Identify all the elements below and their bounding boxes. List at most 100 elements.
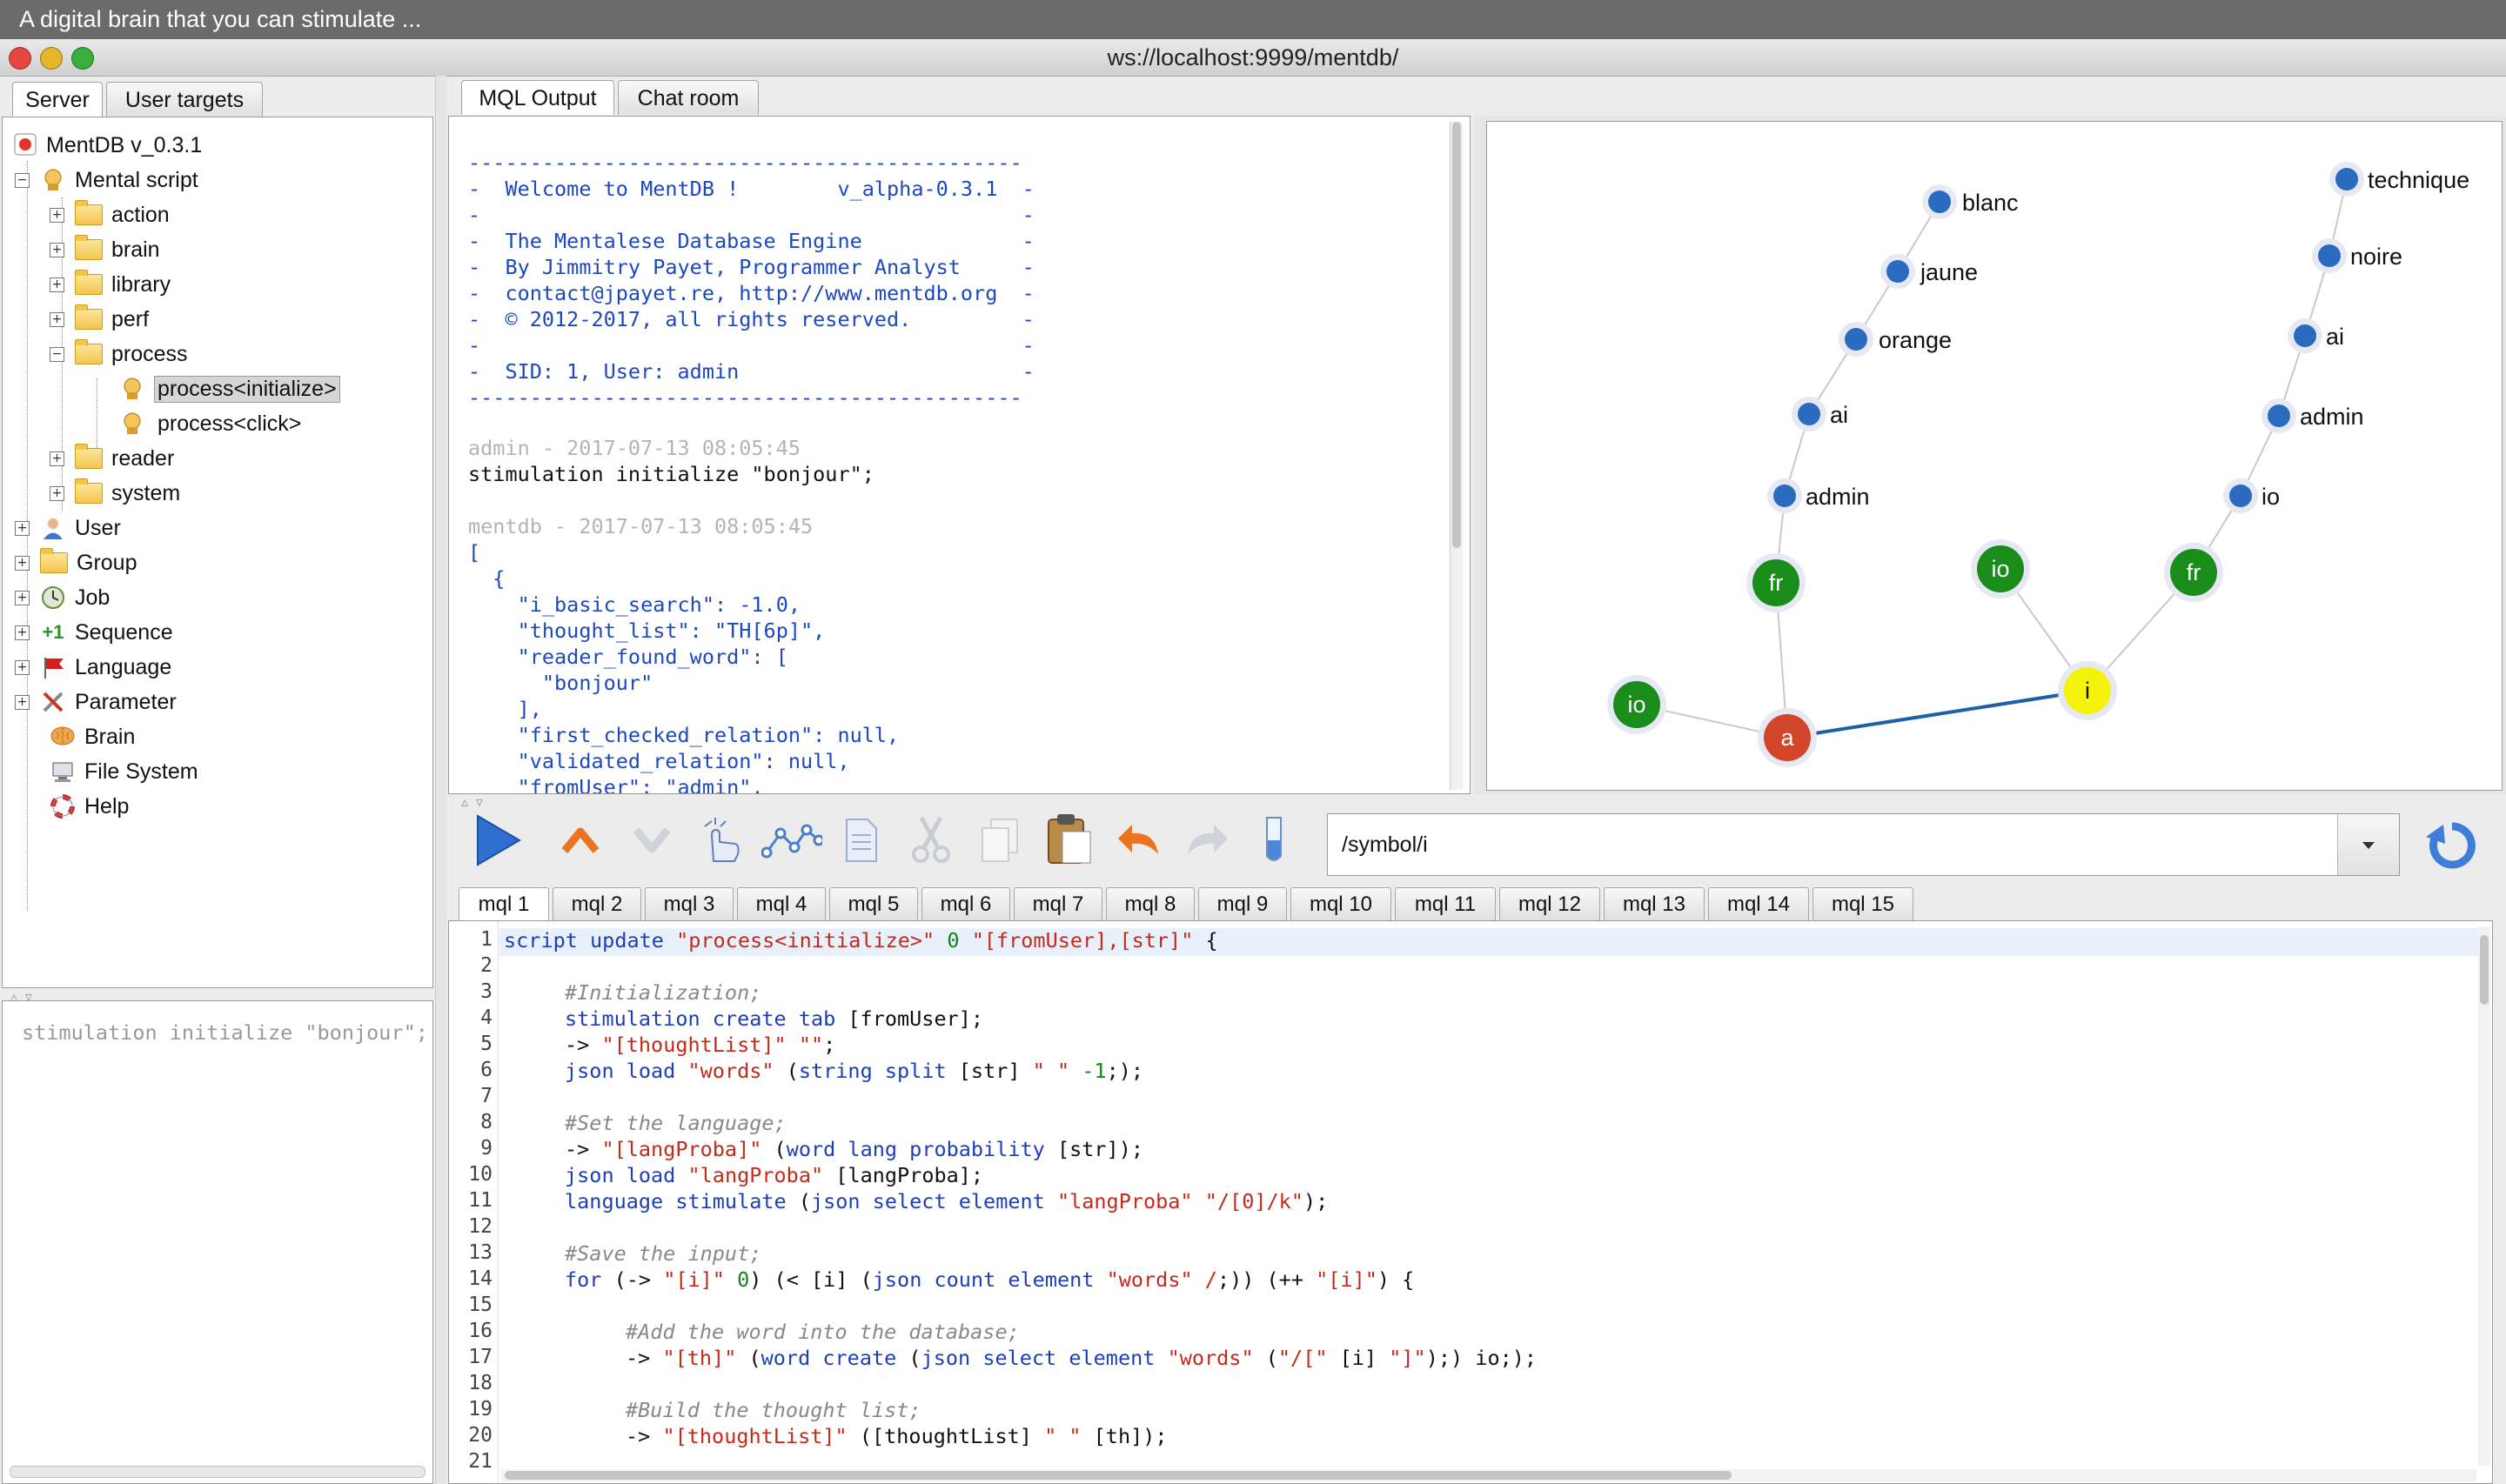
graph-canvas[interactable]: blanc jaune orange ai admin fr io a io i fr io admin…: [1487, 122, 2503, 792]
history-entry[interactable]: stimulation initialize "bonjour";: [22, 1020, 428, 1045]
graph-node-a[interactable]: a: [1758, 708, 1817, 767]
path-value[interactable]: /symbol/i: [1342, 832, 1428, 858]
tab-mql-14[interactable]: mql 14: [1708, 887, 1809, 920]
tree-folder-brain[interactable]: + brain: [50, 234, 160, 265]
graph-node-jaune[interactable]: jaune: [1880, 254, 1978, 289]
up-icon[interactable]: [561, 825, 600, 856]
graph-node-fr[interactable]: fr: [2164, 543, 2223, 602]
tree-item-user[interactable]: + User: [15, 512, 121, 544]
editor-horizontal-scrollbar[interactable]: [501, 1469, 2476, 1481]
redo-icon[interactable]: [1184, 819, 1230, 859]
tab-mql-2[interactable]: mql 2: [553, 887, 641, 920]
tree-item-group[interactable]: + Group: [15, 547, 137, 578]
tree-item-file-system[interactable]: File System: [50, 756, 198, 787]
down-icon[interactable]: [633, 825, 671, 856]
tree-item-brain[interactable]: Brain: [50, 721, 135, 752]
tree-item-sequence[interactable]: + +1 Sequence: [15, 617, 173, 648]
tab-user-targets[interactable]: User targets: [106, 82, 263, 117]
expand-icon[interactable]: +: [15, 694, 30, 710]
tab-mql-3[interactable]: mql 3: [645, 887, 734, 920]
hand-icon[interactable]: [696, 816, 745, 865]
line-number: 6: [480, 1059, 492, 1081]
history-scrollbar[interactable]: [10, 1466, 425, 1478]
expand-icon[interactable]: +: [50, 311, 64, 327]
tree-folder-system[interactable]: + system: [50, 478, 180, 509]
graph-node-io[interactable]: io: [1607, 675, 1666, 734]
tab-server[interactable]: Server: [12, 82, 103, 117]
graph-node-io[interactable]: io: [1971, 539, 2030, 598]
expand-icon[interactable]: +: [50, 207, 64, 223]
tree-item-mental-script[interactable]: − Mental script: [15, 164, 198, 196]
graph-icon[interactable]: [761, 821, 822, 859]
graph-node-blanc[interactable]: blanc: [1922, 184, 2019, 219]
graph-node-i[interactable]: i: [2058, 661, 2117, 720]
dropdown-button[interactable]: [2337, 814, 2399, 875]
path-combobox[interactable]: /symbol/i: [1327, 813, 2400, 876]
tab-mql-8[interactable]: mql 8: [1106, 887, 1195, 920]
expand-icon[interactable]: +: [50, 451, 64, 466]
tree-item-language[interactable]: + Language: [15, 652, 171, 683]
banner-line: ----------------------------------------…: [468, 150, 1022, 175]
graph-node-admin[interactable]: admin: [1767, 478, 1870, 513]
line-number: 1: [480, 928, 492, 951]
tree-item-process-initialize[interactable]: process<initialize>: [119, 373, 340, 404]
tree-folder-library[interactable]: + library: [50, 269, 171, 300]
tab-mql-13[interactable]: mql 13: [1604, 887, 1705, 920]
paste-icon[interactable]: [1045, 812, 1094, 866]
test-tube-icon[interactable]: [1261, 814, 1287, 866]
tree-item-help[interactable]: Help: [50, 791, 129, 822]
expand-icon[interactable]: +: [15, 625, 30, 640]
expand-icon[interactable]: +: [15, 659, 30, 675]
expand-icon[interactable]: +: [15, 555, 30, 571]
tab-mql-11[interactable]: mql 11: [1395, 887, 1496, 920]
tab-mql-7[interactable]: mql 7: [1014, 887, 1102, 920]
code-editor[interactable]: 1 2 3 4 5 6 7 8 9 10 11 12 13 14 15 16 17 18 19 20 21 script…: [448, 920, 2493, 1484]
document-icon[interactable]: [841, 818, 880, 863]
tree-folder-reader[interactable]: + reader: [50, 443, 174, 474]
graph-panel: blanc jaune orange ai admin fr io a io i fr io admin…: [1486, 121, 2503, 791]
expand-icon[interactable]: +: [50, 242, 64, 257]
graph-node-ai[interactable]: ai: [1792, 397, 1848, 431]
cut-icon[interactable]: [909, 814, 953, 865]
tab-mql-output[interactable]: MQL Output: [461, 80, 614, 115]
graph-node-noire[interactable]: noire: [2312, 238, 2402, 273]
expand-icon[interactable]: +: [15, 590, 30, 605]
expand-icon[interactable]: +: [50, 485, 64, 501]
refresh-icon[interactable]: [2424, 818, 2480, 873]
tree-item-parameter[interactable]: + Parameter: [15, 686, 177, 718]
tree-folder-perf[interactable]: + perf: [50, 304, 149, 335]
run-icon[interactable]: [472, 812, 525, 868]
graph-node-ai[interactable]: ai: [2288, 318, 2344, 353]
tree-item-label: Language: [75, 654, 172, 679]
expand-icon[interactable]: +: [15, 520, 30, 536]
tab-chat-room[interactable]: Chat room: [618, 80, 759, 115]
tree-item-job[interactable]: + Job: [15, 582, 110, 613]
json-line: {: [468, 566, 506, 591]
collapse-icon[interactable]: −: [50, 346, 64, 362]
graph-node-technique[interactable]: technique: [2329, 162, 2469, 197]
tab-mql-4[interactable]: mql 4: [737, 887, 826, 920]
tree-folder-process[interactable]: − process: [50, 338, 188, 370]
tab-mql-12[interactable]: mql 12: [1499, 887, 1600, 920]
tab-mql-10[interactable]: mql 10: [1290, 887, 1391, 920]
line-number: 8: [480, 1111, 492, 1133]
collapse-icon[interactable]: −: [15, 172, 30, 188]
graph-node-io[interactable]: io: [2223, 478, 2280, 513]
graph-node-orange[interactable]: orange: [1839, 322, 1952, 357]
output-scrollbar[interactable]: [1450, 122, 1463, 790]
main-divider[interactable]: [435, 76, 446, 1484]
tab-mql-1[interactable]: mql 1: [459, 887, 549, 920]
tree-folder-action[interactable]: + action: [50, 199, 170, 231]
graph-node-admin[interactable]: admin: [2261, 398, 2364, 433]
graph-node-fr[interactable]: fr: [1746, 553, 1806, 612]
expand-icon[interactable]: +: [50, 277, 64, 292]
tree-root[interactable]: MentDB v_0.3.1: [13, 130, 202, 161]
tab-mql-6[interactable]: mql 6: [921, 887, 1010, 920]
tab-mql-5[interactable]: mql 5: [829, 887, 918, 920]
tab-mql-15[interactable]: mql 15: [1812, 887, 1913, 920]
tree-item-process-click[interactable]: process<click>: [119, 408, 305, 439]
undo-icon[interactable]: [1116, 819, 1162, 859]
tab-mql-9[interactable]: mql 9: [1198, 887, 1287, 920]
editor-vertical-scrollbar[interactable]: [2478, 926, 2490, 1466]
copy-icon[interactable]: [979, 818, 1021, 865]
